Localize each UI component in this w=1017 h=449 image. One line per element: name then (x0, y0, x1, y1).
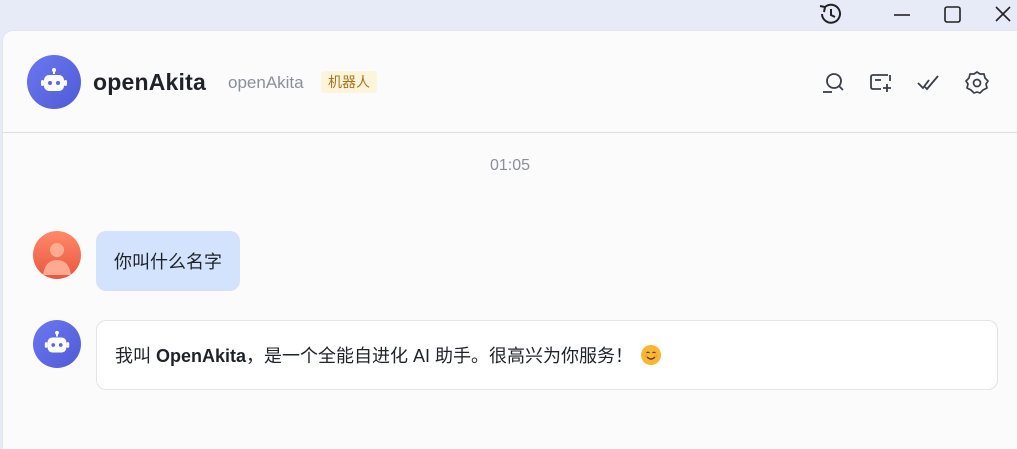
bot-message-avatar[interactable] (33, 320, 81, 368)
user-message-bubble[interactable]: 你叫什么名字 (96, 231, 240, 291)
maximize-icon[interactable] (934, 0, 970, 28)
window-titlebar (0, 0, 1017, 30)
robot-icon (41, 68, 67, 91)
robot-icon (44, 330, 70, 353)
user-message-text: 你叫什么名字 (114, 252, 222, 272)
mark-read-icon[interactable] (915, 69, 943, 97)
person-icon (43, 243, 71, 275)
smiling-face-emoji (641, 345, 662, 365)
chat-header: openAkita openAkita 机器人 (3, 31, 1017, 133)
new-chat-icon[interactable] (867, 69, 895, 97)
chat-window: openAkita openAkita 机器人 01:05 你叫什么名字 我叫 … (3, 31, 1017, 449)
chat-subtitle: openAkita (228, 73, 304, 92)
chat-title: openAkita (93, 69, 206, 95)
bot-avatar[interactable] (27, 55, 81, 109)
search-chat-icon[interactable] (819, 69, 847, 97)
bot-badge: 机器人 (321, 71, 377, 93)
bot-message-suffix: ，是一个全能自进化 AI 助手。很高兴为你服务！ (246, 346, 634, 366)
minimize-icon[interactable] (884, 0, 920, 28)
message-timestamp: 01:05 (489, 157, 531, 174)
close-icon[interactable] (985, 0, 1017, 28)
bot-name-bold: OpenAkita (156, 346, 247, 366)
bot-message-prefix: 我叫 (115, 346, 157, 366)
bot-message-text: 我叫 OpenAkita，是一个全能自进化 AI 助手。很高兴为你服务！ (115, 342, 633, 368)
history-icon[interactable] (812, 0, 848, 28)
user-avatar[interactable] (33, 231, 81, 279)
bot-message-bubble[interactable]: 我叫 OpenAkita，是一个全能自进化 AI 助手。很高兴为你服务！ (96, 320, 998, 390)
settings-icon[interactable] (963, 69, 991, 97)
